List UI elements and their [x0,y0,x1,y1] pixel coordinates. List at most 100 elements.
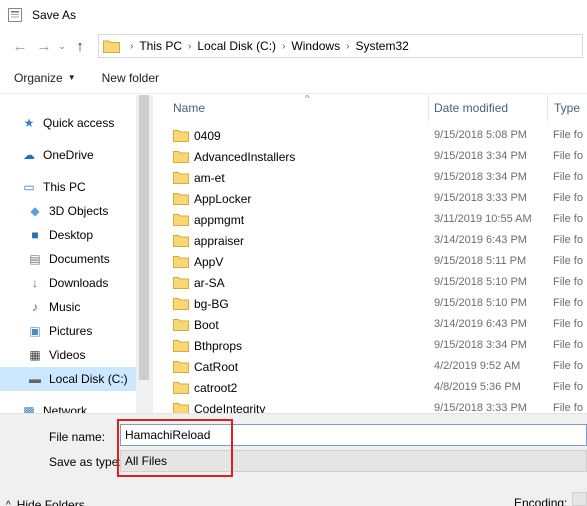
folder-icon [173,403,189,413]
file-date: 9/15/2018 5:10 PM [434,276,527,288]
table-row[interactable]: ar-SA 9/15/2018 5:10 PM File fo [153,272,587,293]
forward-arrow-icon[interactable]: → [32,34,56,58]
file-name: AdvancedInstallers [194,150,296,164]
table-row[interactable]: catroot2 4/8/2019 5:36 PM File fo [153,377,587,398]
file-type: File fo [553,402,583,413]
file-name: 0409 [194,129,221,143]
address-bar[interactable]: › This PC › Local Disk (C:) › Windows › … [98,34,583,58]
file-list[interactable]: Name ^ Date modified Type 0409 9/15/2018 … [153,95,587,413]
command-toolbar: Organize ▼ New folder [0,62,587,94]
file-name: ar-SA [194,276,225,290]
folder-icon [173,340,189,352]
organize-label: Organize [14,70,63,85]
column-header-label: Name [173,101,206,115]
file-date: 3/11/2019 10:55 AM [434,213,532,225]
file-name: AppV [194,255,224,269]
drive-icon: ▬ [29,372,41,386]
file-date: 9/15/2018 5:08 PM [434,129,527,141]
folder-icon [173,193,189,205]
file-date: 4/8/2019 5:36 PM [434,381,521,393]
file-name: CodeIntegrity [194,402,266,413]
nav-item-documents[interactable]: ▤ Documents [0,247,136,271]
file-date: 9/15/2018 5:10 PM [434,297,527,309]
music-icon: ♪ [32,300,38,314]
folder-icon [173,256,189,268]
table-row[interactable]: CatRoot 4/2/2019 9:52 AM File fo [153,356,587,377]
nav-item-local-disk[interactable]: ▬ Local Disk (C:) [0,367,136,391]
up-arrow-icon[interactable]: ↑ [68,34,92,58]
file-type: File fo [553,381,583,393]
column-header-date[interactable]: Date modified [426,95,546,121]
breadcrumb-separator-icon: › [188,40,192,52]
breadcrumb-system32[interactable]: System32 [355,39,408,53]
window-title: Save As [32,8,77,22]
nav-item-label: Music [49,300,81,314]
nav-item-label: Downloads [49,276,109,290]
table-row[interactable]: AppLocker 9/15/2018 3:33 PM File fo [153,188,587,209]
navpane-scrollbar[interactable] [136,95,152,413]
table-row[interactable]: am-et 9/15/2018 3:34 PM File fo [153,167,587,188]
folder-icon [173,382,189,394]
recent-locations-icon[interactable]: ⌄ [56,34,68,58]
nav-item-label: Pictures [49,324,93,338]
table-row[interactable]: Boot 3/14/2019 6:43 PM File fo [153,314,587,335]
nav-item-label: Local Disk (C:) [49,372,128,386]
folder-icon [173,151,189,163]
breadcrumb-local-disk[interactable]: Local Disk (C:) [197,39,276,53]
file-name: AppLocker [194,192,252,206]
file-date: 9/15/2018 3:34 PM [434,171,527,183]
folder-icon [173,172,189,184]
nav-item-3d-objects[interactable]: ◆ 3D Objects [0,199,136,223]
save-as-type-select[interactable]: All Files [120,450,587,472]
table-row[interactable]: AdvancedInstallers 9/15/2018 3:34 PM File … [153,146,587,167]
column-header-type[interactable]: Type [546,95,587,121]
table-row[interactable]: 0409 9/15/2018 5:08 PM File fo [153,125,587,146]
file-name-input[interactable] [120,424,587,446]
nav-item-label: Network [43,404,88,413]
breadcrumb-this-pc[interactable]: This PC [139,39,182,53]
table-row[interactable]: appraiser 3/14/2019 6:43 PM File fo [153,230,587,251]
folder-icon [173,298,189,310]
nav-item-desktop[interactable]: ■ Desktop [0,223,136,247]
table-row[interactable]: Bthprops 9/15/2018 3:34 PM File fo [153,335,587,356]
file-type: File fo [553,297,583,309]
organize-button[interactable]: Organize ▼ [14,71,76,85]
table-row[interactable]: bg-BG 9/15/2018 5:10 PM File fo [153,293,587,314]
nav-item-onedrive[interactable]: ☁ OneDrive [0,143,136,167]
scrollbar-thumb[interactable] [139,95,149,380]
video-icon: ▦ [29,348,41,362]
new-folder-button[interactable]: New folder [102,71,159,85]
column-header-name[interactable]: Name ^ [165,95,427,121]
hide-folders-toggle[interactable]: ^ Hide Folders [6,498,85,506]
table-row[interactable]: CodeIntegrity 9/15/2018 3:33 PM File fo [153,398,587,413]
nav-item-network[interactable]: ▩ Network [0,399,136,413]
nav-item-label: Desktop [49,228,94,242]
nav-item-quick-access[interactable]: ★ Quick access [0,111,136,135]
nav-item-label: Documents [49,252,110,266]
file-date: 9/15/2018 3:34 PM [434,339,527,351]
nav-item-downloads[interactable]: ↓ Downloads [0,271,136,295]
back-arrow-icon[interactable]: ← [8,34,32,58]
file-name: appmgmt [194,213,245,227]
encoding-label: Encoding: [514,496,568,506]
nav-item-this-pc[interactable]: ▭ This PC [0,175,136,199]
navigation-pane[interactable]: ★ Quick access ☁ OneDrive ▭ This PC ◆ 3D… [0,95,152,413]
table-row[interactable]: appmgmt 3/11/2019 10:55 AM File fo [153,209,587,230]
computer-icon: ▭ [23,180,35,194]
file-type: File fo [553,192,583,204]
nav-item-label: Quick access [43,116,115,130]
encoding-select[interactable] [572,492,587,506]
breadcrumb-windows[interactable]: Windows [291,39,340,53]
nav-item-pictures[interactable]: ▣ Pictures [0,319,136,343]
nav-item-music[interactable]: ♪ Music [0,295,136,319]
app-icon [8,8,22,22]
folder-icon [173,235,189,247]
file-name: catroot2 [194,381,238,395]
nav-item-videos[interactable]: ▦ Videos [0,343,136,367]
table-row[interactable]: AppV 9/15/2018 5:11 PM File fo [153,251,587,272]
nav-item-label: OneDrive [43,148,94,162]
breadcrumb-separator-icon: › [346,40,350,52]
folder-icon [173,130,189,142]
picture-icon: ▣ [29,324,41,338]
file-type: File fo [553,213,583,225]
